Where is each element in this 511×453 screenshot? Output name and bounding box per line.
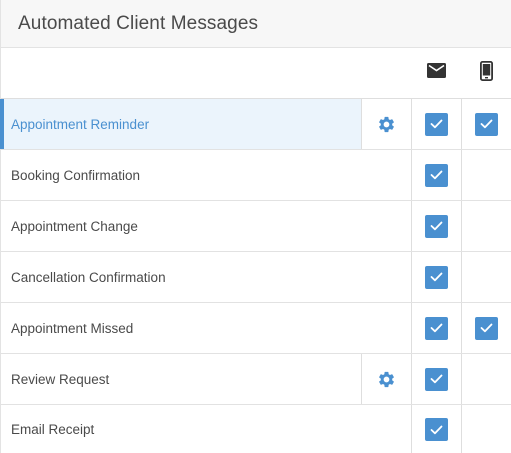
gear-icon[interactable] bbox=[377, 370, 396, 389]
sms-cell bbox=[461, 303, 511, 353]
email-checkbox[interactable] bbox=[425, 367, 448, 391]
message-label[interactable]: Appointment Missed bbox=[1, 303, 361, 353]
message-row-booking-confirmation[interactable]: Booking Confirmation bbox=[1, 150, 511, 201]
email-checkbox[interactable] bbox=[425, 214, 448, 238]
sms-cell bbox=[461, 150, 511, 200]
message-row-appointment-reminder[interactable]: Appointment Reminder bbox=[0, 99, 511, 150]
sms-checkbox[interactable] bbox=[475, 112, 498, 136]
message-label[interactable]: Cancellation Confirmation bbox=[1, 252, 361, 302]
email-cell bbox=[411, 252, 461, 302]
email-checkbox[interactable] bbox=[425, 112, 448, 136]
sms-cell bbox=[461, 354, 511, 404]
gear-icon[interactable] bbox=[377, 115, 396, 134]
message-label[interactable]: Booking Confirmation bbox=[1, 150, 361, 200]
automated-messages-panel: Automated Client Messages Appointment Re… bbox=[0, 0, 511, 453]
email-column-header bbox=[411, 48, 461, 98]
email-cell bbox=[411, 99, 461, 149]
panel-header: Automated Client Messages bbox=[1, 0, 511, 48]
email-checkbox[interactable] bbox=[425, 163, 448, 187]
message-label[interactable]: Appointment Change bbox=[1, 201, 361, 251]
message-label[interactable]: Email Receipt bbox=[1, 405, 361, 453]
sms-cell bbox=[461, 99, 511, 149]
email-cell bbox=[411, 303, 461, 353]
email-checkbox[interactable] bbox=[425, 316, 448, 340]
sms-cell bbox=[461, 405, 511, 453]
message-label[interactable]: Review Request bbox=[1, 354, 361, 404]
message-list: Appointment Reminder Booking Confirmation… bbox=[0, 99, 511, 453]
email-cell bbox=[411, 201, 461, 251]
sms-cell bbox=[461, 201, 511, 251]
sms-checkbox[interactable] bbox=[475, 316, 498, 340]
column-header-row bbox=[1, 48, 511, 99]
email-cell bbox=[411, 405, 461, 453]
email-cell bbox=[411, 354, 461, 404]
sms-column-header bbox=[461, 48, 511, 98]
mobile-phone-icon bbox=[479, 60, 493, 86]
message-row-review-request[interactable]: Review Request bbox=[1, 354, 511, 405]
message-row-appointment-missed[interactable]: Appointment Missed bbox=[1, 303, 511, 354]
email-checkbox[interactable] bbox=[425, 265, 448, 289]
page-title: Automated Client Messages bbox=[18, 12, 259, 34]
sms-cell bbox=[461, 252, 511, 302]
email-checkbox[interactable] bbox=[425, 418, 448, 441]
message-row-cancellation-confirmation[interactable]: Cancellation Confirmation bbox=[1, 252, 511, 303]
message-row-appointment-change[interactable]: Appointment Change bbox=[1, 201, 511, 252]
message-label[interactable]: Appointment Reminder bbox=[1, 99, 361, 149]
message-row-email-receipt[interactable]: Email Receipt bbox=[1, 405, 511, 453]
email-icon bbox=[426, 63, 446, 83]
email-cell bbox=[411, 150, 461, 200]
